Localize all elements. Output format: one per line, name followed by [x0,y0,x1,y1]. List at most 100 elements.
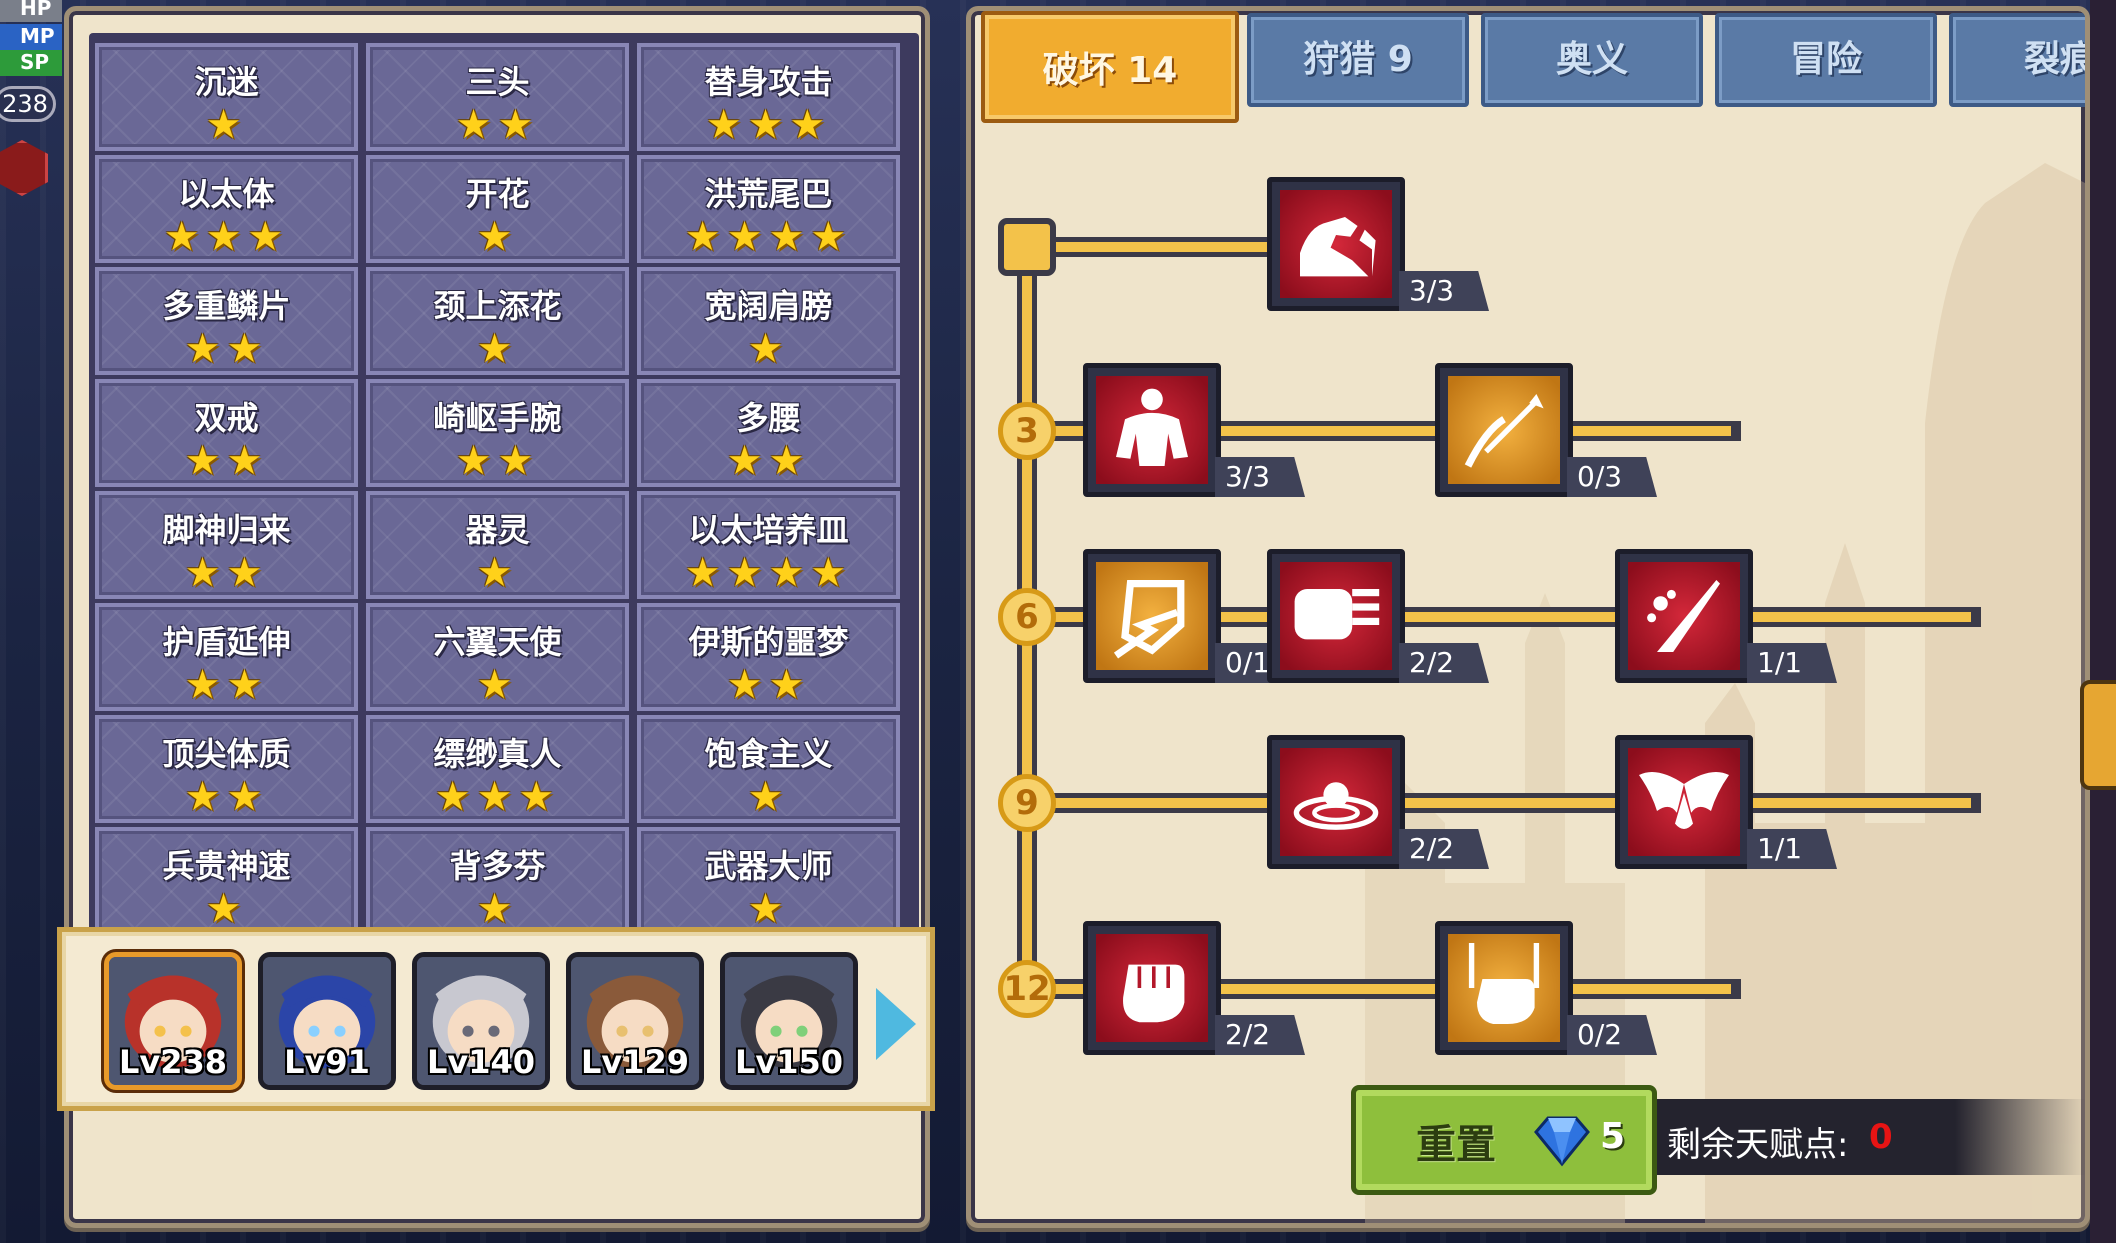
skill-node[interactable] [1083,921,1221,1055]
talent-name: 以太培养皿 [688,511,849,549]
hero-level: Lv91 [284,1043,370,1081]
talent-card[interactable]: 替身攻击 ★★★ [637,43,900,151]
talent-card[interactable]: 开花 ★ [366,155,629,263]
screen-edge [2090,0,2116,1243]
talent-card[interactable]: 洪荒尾巴 ★★★★ [637,155,900,263]
bottom-bar: 剩余天赋点: 0 重置 5 [1351,1085,2085,1195]
skill-tree-panel: 破坏 14 狩猎 9 奥义 冒险 裂痕 3 6 9 12 3/3 3/3 0/3 0/1 2/… [966,6,2090,1228]
skill-points-count: 2/2 [1399,829,1489,869]
skill-points-count: 2/2 [1215,1015,1305,1055]
talent-card[interactable]: 饱食主义 ★ [637,715,900,823]
reset-button[interactable]: 重置 5 [1351,1085,1657,1195]
star-rating-icon: ★ [747,886,790,932]
talent-card[interactable]: 以太体 ★★★ [95,155,358,263]
remaining-points-value: 0 [1869,1117,1893,1157]
hero-level: Lv140 [426,1043,536,1081]
star-rating-icon: ★ [476,662,519,708]
hero-portrait[interactable]: Lv91 [258,952,396,1090]
talent-name: 六翼天使 [433,623,562,661]
talent-card[interactable]: 颈上添花 ★ [366,267,629,375]
talent-card[interactable]: 宽阔肩膀 ★ [637,267,900,375]
talent-name: 兵贵神速 [162,847,291,885]
skill-node[interactable] [1267,549,1405,683]
skill-node[interactable] [1615,549,1753,683]
hero-level: Lv150 [734,1043,844,1081]
talent-name: 武器大师 [704,847,833,885]
talent-card[interactable]: 武器大师 ★ [637,827,900,933]
skill-node[interactable] [1435,363,1573,497]
reset-label: 重置 [1416,1122,1496,1168]
talent-card[interactable]: 兵贵神速 ★ [95,827,358,933]
star-rating-icon: ★★ [184,662,269,708]
talent-name: 顶尖体质 [162,735,291,773]
talent-card[interactable]: 以太培养皿 ★★★★ [637,491,900,599]
arrow-hit-icon [1464,394,1544,468]
skill-points-count: 2/2 [1399,643,1489,683]
skill-node[interactable] [1615,735,1753,869]
player-level-badge: 238 [0,86,56,122]
star-rating-icon: ★★★★ [684,214,853,260]
star-rating-icon: ★★ [726,438,811,484]
star-rating-icon: ★★ [455,102,540,148]
talent-card[interactable]: 双戒 ★★ [95,379,358,487]
star-rating-icon: ★★★ [163,214,290,260]
star-rating-icon: ★ [205,102,248,148]
remaining-points-label: 剩余天赋点: [1667,1125,1849,1165]
mp-bar: MP [0,24,62,50]
hero-level: Lv129 [580,1043,690,1081]
star-rating-icon: ★★★ [434,774,561,820]
talent-name: 崎岖手腕 [433,399,562,437]
star-rating-icon: ★★ [455,438,540,484]
talent-card[interactable]: 沉迷 ★ [95,43,358,151]
star-rating-icon: ★★ [184,774,269,820]
hero-portrait[interactable]: Lv129 [566,952,704,1090]
talent-grid: 沉迷 ★ 三头 ★★ 替身攻击 ★★★ 以太体 ★★★ 开花 ★ 洪荒尾巴 ★★★★ 多重鳞片 ★★ 颈上添… [95,43,900,933]
expand-side-button[interactable] [2080,680,2116,790]
skill-node[interactable] [1083,363,1221,497]
talent-name: 伊斯的噩梦 [688,623,849,661]
talent-collection-panel: 沉迷 ★ 三头 ★★ 替身攻击 ★★★ 以太体 ★★★ 开花 ★ 洪荒尾巴 ★★★★ 多重鳞片 ★★ 颈上添… [57,6,935,1228]
hero-portrait[interactable]: Lv150 [720,952,858,1090]
talent-card[interactable]: 器灵 ★ [366,491,629,599]
hp-bar: HP [0,0,62,22]
talent-card[interactable]: 伊斯的噩梦 ★★ [637,603,900,711]
skill-points-count: 1/1 [1747,829,1837,869]
talent-name: 沉迷 [194,63,259,101]
talent-card[interactable]: 崎岖手腕 ★★ [366,379,629,487]
talent-card[interactable]: 缥缈真人 ★★★ [366,715,629,823]
talent-points-bar: 剩余天赋点: 0 [1647,1099,2085,1175]
talent-name: 脚神归来 [162,511,291,549]
next-arrow-icon[interactable] [876,988,916,1060]
talent-card[interactable]: 多腰 ★★ [637,379,900,487]
star-rating-icon: ★ [747,326,790,372]
talent-card[interactable]: 六翼天使 ★ [366,603,629,711]
hero-portrait[interactable]: Lv140 [412,952,550,1090]
talent-name: 护盾延伸 [162,623,291,661]
fist-icon [1123,964,1185,1023]
skill-node[interactable] [1267,735,1405,869]
star-rating-icon: ★ [476,886,519,932]
ripple-icon [1293,782,1379,830]
talent-card[interactable]: 背多芬 ★ [366,827,629,933]
talent-name: 替身攻击 [704,63,833,101]
skill-node[interactable] [1435,921,1573,1055]
talent-card[interactable]: 多重鳞片 ★★ [95,267,358,375]
talent-card[interactable]: 三头 ★★ [366,43,629,151]
talent-name: 器灵 [465,511,530,549]
reset-cost: 5 [1600,1116,1626,1157]
guild-emblem-icon[interactable] [0,140,48,196]
talent-name: 颈上添花 [433,287,562,325]
diamond-icon [1534,1116,1590,1167]
skill-node[interactable] [1267,177,1405,311]
talent-card[interactable]: 护盾延伸 ★★ [95,603,358,711]
talent-name: 开花 [465,175,530,213]
hero-portrait[interactable]: Lv238 [104,952,242,1090]
talent-card[interactable]: 脚神归来 ★★ [95,491,358,599]
skill-points-count: 0/3 [1567,457,1657,497]
talent-grid-container: 沉迷 ★ 三头 ★★ 替身攻击 ★★★ 以太体 ★★★ 开花 ★ 洪荒尾巴 ★★★★ 多重鳞片 ★★ 颈上添… [89,33,919,933]
bat-wing-icon [1639,772,1729,829]
star-rating-icon: ★★ [184,326,269,372]
arm-wrestle-icon [1300,217,1376,277]
skill-node[interactable] [1083,549,1221,683]
talent-card[interactable]: 顶尖体质 ★★ [95,715,358,823]
